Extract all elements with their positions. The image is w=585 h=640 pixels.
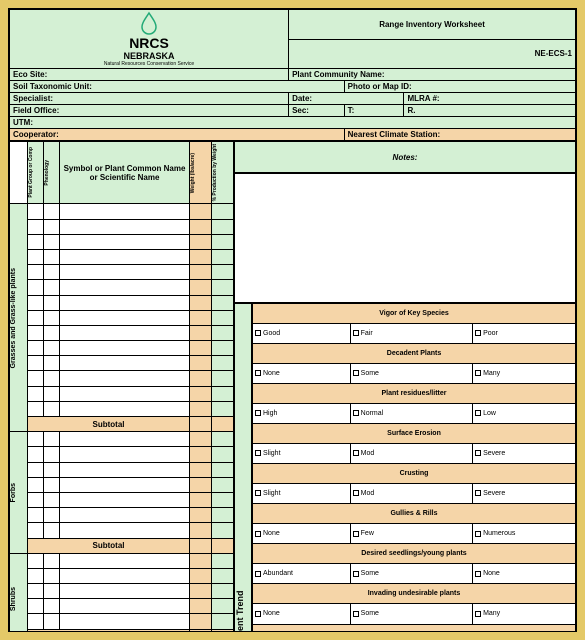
data-row[interactable] <box>10 462 234 477</box>
assessment-header: Vigor of Key Species <box>253 304 576 324</box>
label-nearest-climate: Nearest Climate Station: <box>344 129 575 141</box>
label-specialist: Specialist: <box>10 93 289 105</box>
worksheet: NRCS NEBRASKA Natural Resources Conserva… <box>8 8 577 632</box>
notes-header: Notes: <box>234 141 576 173</box>
header-table: NRCS NEBRASKA Natural Resources Conserva… <box>9 9 576 141</box>
category-label: Shrubs <box>10 553 28 632</box>
assessment-option[interactable]: Severe <box>473 444 576 464</box>
label-cooperator: Cooperator: <box>10 129 345 141</box>
assessment-header: Overall plant community stability <box>253 624 576 632</box>
assessment-table: Vigor of Key SpeciesGoodFairPoorDecadent… <box>252 303 576 632</box>
data-row[interactable] <box>10 341 234 356</box>
agency-name: NRCS <box>13 35 285 51</box>
assessment-option[interactable]: None <box>473 564 576 584</box>
assessment-option[interactable]: None <box>253 604 351 624</box>
label-field-office: Field Office: <box>10 105 289 117</box>
assessment-option[interactable]: Poor <box>473 324 576 344</box>
assessment-header: Plant residues/litter <box>253 384 576 404</box>
data-row[interactable] <box>10 265 234 280</box>
data-row[interactable] <box>10 401 234 416</box>
data-row[interactable] <box>10 371 234 386</box>
assessment-option[interactable]: None <box>253 364 351 384</box>
data-row[interactable] <box>10 295 234 310</box>
label-t: T: <box>344 105 404 117</box>
data-row[interactable] <box>10 508 234 523</box>
assessment-option[interactable]: Severe <box>473 484 576 504</box>
assessment-header: Crusting <box>253 464 576 484</box>
data-row[interactable] <box>10 386 234 401</box>
assessment-header: Gullies & Rills <box>253 504 576 524</box>
col-pct: % Production by Weight <box>212 142 234 204</box>
data-row[interactable] <box>10 492 234 507</box>
inventory-grid: Plant Group or Comp Phenology Symbol or … <box>9 141 234 632</box>
apparent-trend-label: Apparent Trend <box>234 303 252 632</box>
assessment-option[interactable]: Abundant <box>253 564 351 584</box>
data-row[interactable]: Grasses and Grass-like plants <box>10 204 234 219</box>
assessment-option[interactable]: Many <box>473 604 576 624</box>
assessment-option[interactable]: Mod <box>350 484 472 504</box>
agency-state: NEBRASKA <box>13 51 285 61</box>
data-row[interactable] <box>10 280 234 295</box>
data-row[interactable] <box>10 584 234 599</box>
assessment-option[interactable]: High <box>253 404 351 424</box>
data-row[interactable] <box>10 356 234 371</box>
label-utm: UTM: <box>10 117 576 129</box>
data-row[interactable] <box>10 447 234 462</box>
assessment-header: Decadent Plants <box>253 344 576 364</box>
label-r: R. <box>404 105 576 117</box>
data-row[interactable]: Forbs <box>10 432 234 447</box>
subtotal-row: Subtotal <box>10 417 234 432</box>
form-title: Range Inventory Worksheet <box>289 10 576 40</box>
col-phenology: Phenology <box>44 142 60 204</box>
assessment-header: Invading undesirable plants <box>253 584 576 604</box>
label-mlra: MLRA #: <box>404 93 576 105</box>
label-date: Date: <box>289 93 404 105</box>
assessment-header: Surface Erosion <box>253 424 576 444</box>
assessment-option[interactable]: Low <box>473 404 576 424</box>
notes-area[interactable] <box>234 173 576 303</box>
data-row[interactable] <box>10 310 234 325</box>
col-category <box>10 142 28 204</box>
subtotal-row: Subtotal <box>10 629 234 632</box>
label-soil-taxonomic: Soil Taxonomic Unit: <box>10 81 345 93</box>
water-drop-icon <box>139 11 159 35</box>
subtotal-row: Subtotal <box>10 538 234 553</box>
assessment-header: Desired seedlings/young plants <box>253 544 576 564</box>
col-weight: Weight (lbs/acre) <box>190 142 212 204</box>
agency-logo-cell: NRCS NEBRASKA Natural Resources Conserva… <box>10 10 289 69</box>
data-row[interactable] <box>10 219 234 234</box>
label-plant-community: Plant Community Name: <box>289 69 576 81</box>
agency-subtitle: Natural Resources Conservation Service <box>13 61 285 67</box>
assessment-option[interactable]: Some <box>350 564 472 584</box>
label-photo-map-id: Photo or Map ID: <box>344 81 575 93</box>
assessment-option[interactable]: Few <box>350 524 472 544</box>
data-row[interactable] <box>10 234 234 249</box>
data-row[interactable] <box>10 614 234 629</box>
label-eco-site: Eco Site: <box>10 69 289 81</box>
data-row[interactable] <box>10 249 234 264</box>
label-sec: Sec: <box>289 105 345 117</box>
data-row[interactable] <box>10 523 234 538</box>
category-label: Grasses and Grass-like plants <box>10 204 28 432</box>
assessment-option[interactable]: Numerous <box>473 524 576 544</box>
category-label: Forbs <box>10 432 28 554</box>
data-row[interactable] <box>10 568 234 583</box>
assessment-option[interactable]: Good <box>253 324 351 344</box>
assessment-option[interactable]: Normal <box>350 404 472 424</box>
assessment-option[interactable]: Mod <box>350 444 472 464</box>
col-symbol: Symbol or Plant Common Name or Scientifi… <box>60 142 190 204</box>
assessment-option[interactable]: Slight <box>253 484 351 504</box>
data-row[interactable] <box>10 477 234 492</box>
assessment-option[interactable]: Slight <box>253 444 351 464</box>
col-plant-group: Plant Group or Comp <box>28 142 44 204</box>
assessment-option[interactable]: Some <box>350 364 472 384</box>
data-row[interactable] <box>10 325 234 340</box>
data-row[interactable]: Shrubs <box>10 553 234 568</box>
assessment-option[interactable]: Many <box>473 364 576 384</box>
assessment-option[interactable]: Fair <box>350 324 472 344</box>
data-row[interactable] <box>10 599 234 614</box>
assessment-option[interactable]: Some <box>350 604 472 624</box>
form-id: NE-ECS-1 <box>289 39 576 69</box>
assessment-option[interactable]: None <box>253 524 351 544</box>
